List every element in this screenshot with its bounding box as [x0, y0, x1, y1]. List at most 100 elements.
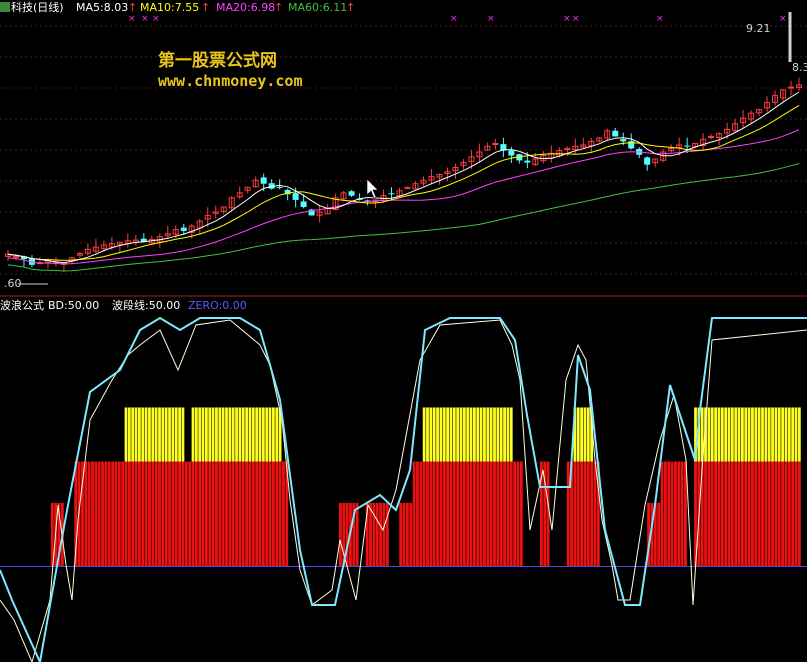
red-bar	[184, 461, 188, 567]
red-bar	[442, 461, 446, 567]
red-bar	[181, 461, 185, 567]
yellow-bar	[241, 407, 245, 462]
red-bar	[734, 461, 738, 567]
red-bar	[205, 461, 208, 567]
yellow-bar	[586, 407, 590, 462]
yellow-bar	[127, 407, 131, 462]
red-bar	[506, 461, 510, 567]
red-bar	[456, 461, 460, 567]
yellow-bar	[439, 407, 443, 462]
red-bar	[422, 461, 426, 567]
yellow-bar	[744, 407, 748, 462]
indicator-name: 波浪公式	[0, 299, 44, 312]
red-bar	[194, 461, 198, 567]
candle-body-up	[492, 143, 499, 146]
red-bar	[416, 461, 419, 567]
red-bar	[138, 461, 141, 567]
red-bar	[191, 461, 195, 567]
yellow-bar	[787, 407, 791, 462]
candle-body-down	[260, 177, 267, 184]
red-bar	[158, 461, 161, 567]
yellow-bar	[767, 407, 771, 462]
red-bar	[670, 461, 674, 567]
red-bar	[101, 461, 104, 567]
red-bar	[476, 461, 480, 567]
yellow-bar	[724, 407, 728, 462]
red-bar	[449, 461, 453, 567]
stock-chart-window[interactable]: × × × × × × × × × 科技(日线) MA5:8.03 ↑ MA10:7.55 ↑ …	[0, 0, 807, 662]
yellow-bar	[777, 407, 781, 462]
yellow-bar	[452, 407, 456, 462]
zero-value: ZERO:0.00	[188, 299, 247, 312]
red-bar	[781, 461, 784, 567]
yellow-bar	[194, 407, 198, 462]
ma20-up-icon: ↑	[274, 1, 284, 14]
red-bar	[238, 461, 242, 567]
red-bar	[429, 461, 433, 567]
red-bar	[409, 502, 413, 567]
red-bar	[509, 461, 513, 567]
candle-body-down	[644, 157, 651, 165]
red-bar	[593, 461, 597, 567]
yellow-bar	[737, 407, 741, 462]
signal-x-marker: ×	[779, 14, 787, 24]
candle-body-up	[708, 135, 715, 138]
red-bar	[124, 461, 128, 567]
ma10-up-icon: ↑	[201, 1, 211, 14]
red-bar	[791, 461, 795, 567]
yellow-bar	[784, 407, 788, 462]
red-bar	[218, 461, 222, 567]
red-bar	[767, 461, 771, 567]
yellow-bar	[221, 407, 225, 462]
red-bar	[406, 502, 409, 567]
red-bar	[198, 461, 202, 567]
red-bar	[794, 461, 798, 567]
red-bar	[462, 461, 466, 567]
yellow-bar	[791, 407, 795, 462]
red-bar	[774, 461, 778, 567]
red-bar	[134, 461, 138, 567]
red-bar	[245, 461, 248, 567]
yellow-bar	[138, 407, 141, 462]
red-bar	[546, 461, 550, 567]
red-bar	[369, 502, 372, 567]
red-bar	[680, 461, 684, 567]
yellow-bar	[238, 407, 242, 462]
yellow-bar	[583, 407, 587, 462]
red-bar	[744, 461, 748, 567]
red-bar	[751, 461, 754, 567]
red-bar	[657, 502, 661, 567]
watermark-title: 第一股票公式网	[158, 51, 277, 71]
yellow-bar	[469, 407, 473, 462]
red-bar	[255, 461, 259, 567]
red-bar	[151, 461, 155, 567]
red-bar	[426, 461, 429, 567]
red-bar	[265, 461, 269, 567]
red-bar	[590, 461, 594, 567]
red-bar	[797, 461, 801, 567]
yellow-bar	[161, 407, 165, 462]
watermark-url: www.chnmoney.com	[158, 72, 303, 90]
red-bar	[379, 502, 382, 567]
red-bar	[727, 461, 731, 567]
red-bar	[717, 461, 721, 567]
red-bar	[375, 502, 379, 567]
yellow-bar	[272, 407, 275, 462]
red-bar	[720, 461, 724, 567]
red-bar	[771, 461, 774, 567]
candle-body-down	[612, 130, 619, 137]
red-bar	[519, 461, 523, 567]
yellow-bar	[251, 407, 255, 462]
red-bar	[493, 461, 496, 567]
chart-canvas[interactable]: × × × × × × × × ×	[0, 0, 807, 662]
yellow-bar	[436, 407, 439, 462]
red-bar	[235, 461, 238, 567]
yellow-bar	[764, 407, 768, 462]
yellow-bar	[717, 407, 721, 462]
red-bar	[248, 461, 252, 567]
yellow-bar	[483, 407, 486, 462]
candle-body-down	[348, 191, 355, 196]
yellow-bar	[275, 407, 279, 462]
yellow-bar	[432, 407, 436, 462]
ma20-label: MA20:6.98	[216, 1, 276, 14]
